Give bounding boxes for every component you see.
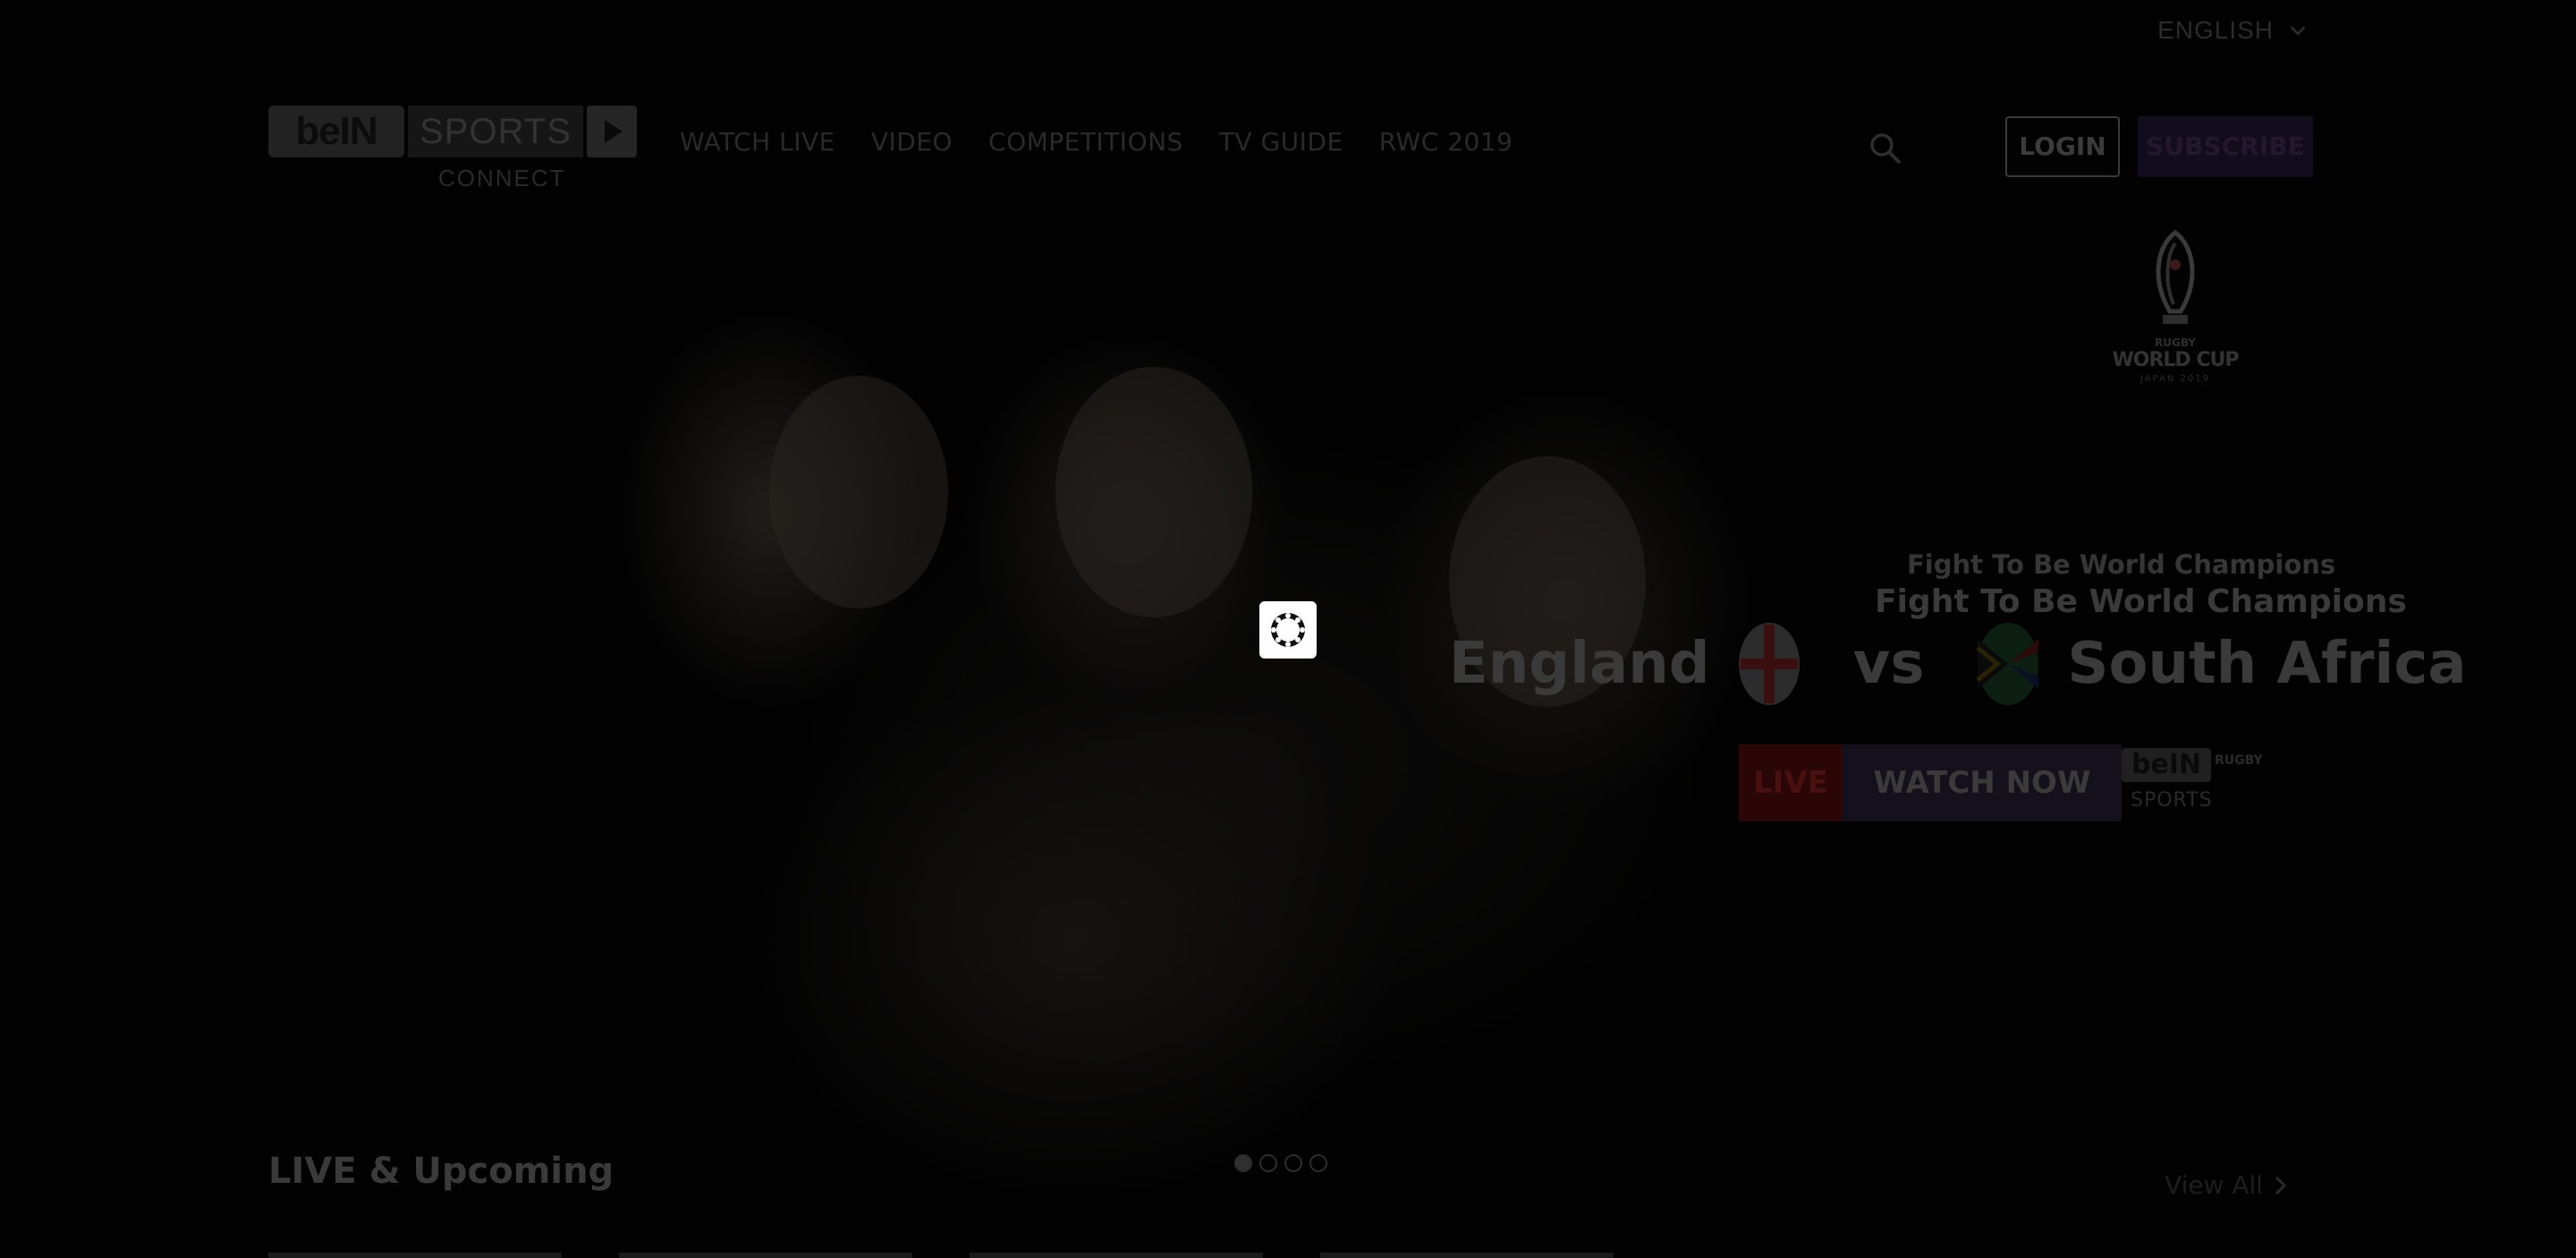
versus-label: vs bbox=[1852, 631, 1925, 697]
nav-video[interactable]: VIDEO bbox=[871, 127, 953, 157]
team-home: England bbox=[1449, 631, 1710, 697]
carousel-dot-2[interactable] bbox=[1259, 1154, 1277, 1172]
hero-background-image bbox=[268, 224, 2326, 1253]
view-all-label: View All bbox=[2165, 1170, 2264, 1200]
upcoming-card[interactable] bbox=[1320, 1253, 1614, 1258]
rwc-logo-line2: WORLD CUP bbox=[2112, 349, 2240, 371]
watch-now-button[interactable]: WATCH NOW bbox=[1843, 744, 2122, 821]
carousel-indicators bbox=[1234, 1154, 1327, 1172]
channel-logo: beIN RUGBY SPORTS bbox=[2122, 744, 2263, 821]
main-nav: WATCH LIVE VIDEO COMPETITIONS TV GUIDE R… bbox=[680, 127, 1513, 157]
logo-sports: SPORTS bbox=[408, 106, 583, 157]
play-icon bbox=[587, 106, 637, 157]
logo-bein: beIN bbox=[268, 106, 404, 157]
upcoming-card[interactable] bbox=[619, 1253, 912, 1258]
team-away: South Africa bbox=[2067, 631, 2467, 697]
bein-sports-connect-logo[interactable]: beIN SPORTS CONNECT bbox=[268, 106, 637, 199]
upcoming-card[interactable] bbox=[268, 1253, 562, 1258]
nav-rwc-2019[interactable]: RWC 2019 bbox=[1379, 127, 1513, 157]
search-icon[interactable] bbox=[1868, 131, 1903, 166]
channel-logo-rugby: RUGBY bbox=[2215, 753, 2263, 768]
hero-tagline: Fight To Be World Champions bbox=[1875, 583, 2407, 620]
live-badge: LIVE bbox=[1739, 744, 1843, 821]
carousel-dot-1[interactable] bbox=[1234, 1154, 1252, 1172]
hero-tagline-small: Fight To Be World Champions bbox=[1907, 549, 2336, 580]
view-all-link[interactable]: View All bbox=[2165, 1170, 2288, 1200]
chevron-right-icon bbox=[2275, 1176, 2287, 1194]
chevron-down-icon bbox=[2290, 26, 2306, 36]
south-africa-flag-icon bbox=[1976, 623, 2039, 705]
login-button[interactable]: LOGIN bbox=[2005, 116, 2120, 177]
upcoming-card[interactable] bbox=[970, 1253, 1263, 1258]
nav-competitions[interactable]: COMPETITIONS bbox=[988, 127, 1183, 157]
trophy-icon bbox=[2156, 229, 2195, 324]
loading-spinner-icon bbox=[1259, 601, 1317, 659]
subscribe-button[interactable]: SUBSCRIBE bbox=[2138, 116, 2313, 177]
player-silhouette bbox=[769, 376, 948, 608]
rwc-logo-line3: JAPAN 2019 bbox=[2140, 374, 2210, 384]
language-selector[interactable]: ENGLISH bbox=[2157, 16, 2308, 45]
rugby-world-cup-logo: RUGBY WORLD CUP JAPAN 2019 bbox=[2111, 229, 2240, 399]
language-label: ENGLISH bbox=[2157, 16, 2274, 44]
match-title: England vs South Africa bbox=[1449, 619, 2466, 709]
logo-connect: CONNECT bbox=[438, 165, 566, 191]
nav-tv-guide[interactable]: TV GUIDE bbox=[1219, 127, 1343, 157]
rwc-logo-line1: RUGBY bbox=[2154, 336, 2196, 349]
channel-logo-sports: SPORTS bbox=[2131, 789, 2213, 812]
channel-logo-bein: beIN bbox=[2122, 748, 2211, 782]
nav-watch-live[interactable]: WATCH LIVE bbox=[680, 127, 835, 157]
england-flag-icon bbox=[1738, 623, 1800, 705]
carousel-dot-3[interactable] bbox=[1284, 1154, 1302, 1172]
player-silhouette bbox=[1055, 367, 1252, 617]
carousel-dot-4[interactable] bbox=[1309, 1154, 1327, 1172]
section-title-live-upcoming: LIVE & Upcoming bbox=[268, 1151, 614, 1192]
